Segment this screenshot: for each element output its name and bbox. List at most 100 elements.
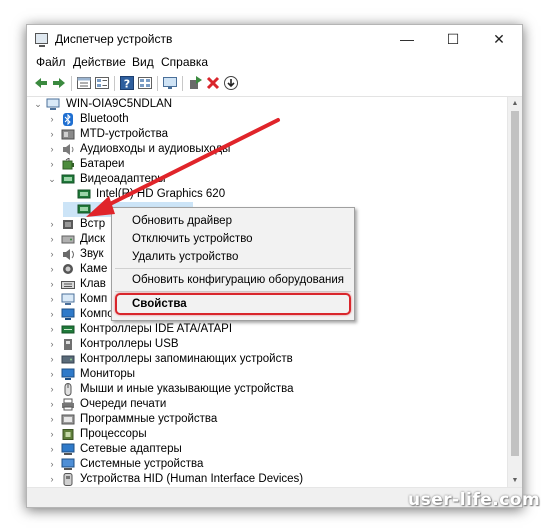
expand-chevron-icon[interactable]: › [47, 142, 57, 157]
ctx-scan-hardware[interactable]: Обновить конфигурацию оборудования [112, 271, 354, 289]
properties-list-icon[interactable] [76, 75, 92, 91]
menu-bar: Файл Действие Вид Справка [27, 53, 522, 72]
ctx-separator [115, 268, 351, 269]
ctx-separator [115, 291, 351, 292]
expand-chevron-icon[interactable]: › [47, 412, 57, 427]
tree-item-label: Контроллеры IDE ATA/ATAPI [80, 323, 233, 335]
tree-item-label: Bluetooth [80, 113, 129, 125]
computer-icon [61, 293, 75, 305]
tree-item-label: Комп [80, 293, 108, 305]
battery-icon [62, 158, 74, 170]
collapse-chevron-icon[interactable]: ⌄ [47, 172, 57, 187]
chip-icon [63, 220, 73, 229]
expand-chevron-icon[interactable]: › [47, 157, 57, 172]
tree-item-label: Встр [80, 218, 106, 230]
expand-chevron-icon[interactable]: › [47, 127, 57, 142]
mtd-device-icon [61, 129, 75, 140]
ctx-disable-device[interactable]: Отключить устройство [112, 230, 354, 248]
collapse-chevron-icon[interactable]: ⌄ [33, 97, 43, 112]
watermark: user-life.com [408, 490, 541, 510]
menu-file[interactable]: Файл [36, 55, 66, 69]
ctx-update-driver[interactable]: Обновить драйвер [112, 212, 354, 230]
expand-chevron-icon[interactable]: › [47, 307, 57, 322]
toolbar-separator [114, 76, 115, 91]
network-adapter-icon [61, 443, 75, 455]
expand-chevron-icon[interactable]: › [47, 352, 57, 367]
printer-icon [62, 398, 74, 411]
processor-icon [62, 429, 74, 440]
expand-chevron-icon[interactable]: › [47, 322, 57, 337]
software-device-icon [61, 414, 75, 425]
maximize-button[interactable]: ☐ [430, 25, 476, 53]
toolbar: ? [27, 72, 522, 97]
ctx-uninstall-device[interactable]: Удалить устройство [112, 248, 354, 266]
usb-icon [64, 339, 72, 350]
device-manager-app-icon [35, 33, 48, 47]
tree-item-label: Контроллеры запоминающих устройств [80, 353, 293, 365]
storage-controller-icon [61, 355, 75, 364]
system-device-icon [61, 458, 75, 470]
monitor-icon [61, 368, 75, 380]
ctx-item-label: Отключить устройство [132, 233, 253, 245]
help-icon[interactable]: ? [119, 75, 135, 91]
monitor-icon [61, 308, 75, 320]
scroll-up-arrow-icon[interactable]: ▲ [508, 97, 522, 110]
scroll-down-arrow-icon[interactable]: ▼ [508, 474, 522, 487]
expand-chevron-icon[interactable]: › [47, 232, 57, 247]
speaker-icon [63, 144, 74, 155]
disable-device-red-x-icon[interactable] [205, 75, 221, 91]
expand-chevron-icon[interactable]: › [47, 382, 57, 397]
expand-chevron-icon[interactable]: › [47, 457, 57, 472]
menu-action[interactable]: Действие [73, 55, 126, 69]
expand-chevron-icon[interactable]: › [47, 262, 57, 277]
toolbar-separator [71, 76, 72, 91]
expand-chevron-icon[interactable]: › [47, 112, 57, 127]
tree-item-label: Клав [80, 278, 106, 290]
download-circle-icon[interactable] [223, 75, 239, 91]
tree-item-label: Мониторы [80, 368, 136, 380]
expand-chevron-icon[interactable]: › [47, 247, 57, 262]
tree-item-label: Аудиовходы и аудиовыходы [80, 143, 231, 155]
menu-help[interactable]: Справка [161, 55, 208, 69]
expand-chevron-icon[interactable]: › [47, 292, 57, 307]
tree-item-label: Каме [80, 263, 108, 275]
vertical-scrollbar[interactable]: ▲ ▼ [507, 97, 522, 487]
scrollbar-thumb[interactable] [511, 111, 519, 456]
context-menu: Обновить драйвер Отключить устройство Уд… [111, 207, 355, 321]
highlight-frame [115, 293, 351, 315]
minimize-button[interactable]: — [384, 25, 430, 53]
expand-chevron-icon[interactable]: › [47, 397, 57, 412]
expand-chevron-icon[interactable]: › [47, 217, 57, 232]
toolbar-separator [182, 76, 183, 91]
forward-arrow-icon[interactable] [51, 75, 67, 91]
disk-icon [61, 235, 75, 244]
back-arrow-icon[interactable] [33, 75, 49, 91]
tree-item-label: Видеоадаптеры [80, 173, 166, 185]
view-grid-icon[interactable] [137, 75, 153, 91]
tree-item-label: Звук [80, 248, 104, 260]
device-manager-window: Диспетчер устройств — ☐ ✕ Файл Действие … [26, 24, 523, 508]
expand-chevron-icon[interactable]: › [47, 277, 57, 292]
expand-chevron-icon[interactable]: › [47, 472, 57, 487]
expand-chevron-icon[interactable]: › [47, 367, 57, 382]
tree-root-label: WIN-OIA9C5NDLAN [66, 98, 173, 110]
tree-item-label: Системные устройства [80, 458, 204, 470]
tree-item-label: Диск [80, 233, 105, 245]
hid-icon [63, 473, 73, 486]
camera-icon [63, 264, 73, 274]
keyboard-icon [61, 281, 75, 289]
close-button[interactable]: ✕ [476, 25, 522, 53]
bluetooth-icon [63, 113, 73, 126]
expand-chevron-icon[interactable]: › [47, 442, 57, 457]
tree-item-label: Сетевые адаптеры [80, 443, 182, 455]
display-adapter-icon [77, 204, 91, 214]
expand-chevron-icon[interactable]: › [47, 337, 57, 352]
ide-controller-icon [61, 325, 75, 334]
monitor-icon[interactable] [162, 75, 178, 91]
menu-view[interactable]: Вид [132, 55, 154, 69]
update-driver-icon[interactable] [187, 75, 203, 91]
expand-chevron-icon[interactable]: › [47, 427, 57, 442]
view-list-icon[interactable] [94, 75, 110, 91]
svg-text:?: ? [124, 78, 130, 91]
tree-item-label: MTD-устройства [80, 128, 168, 140]
